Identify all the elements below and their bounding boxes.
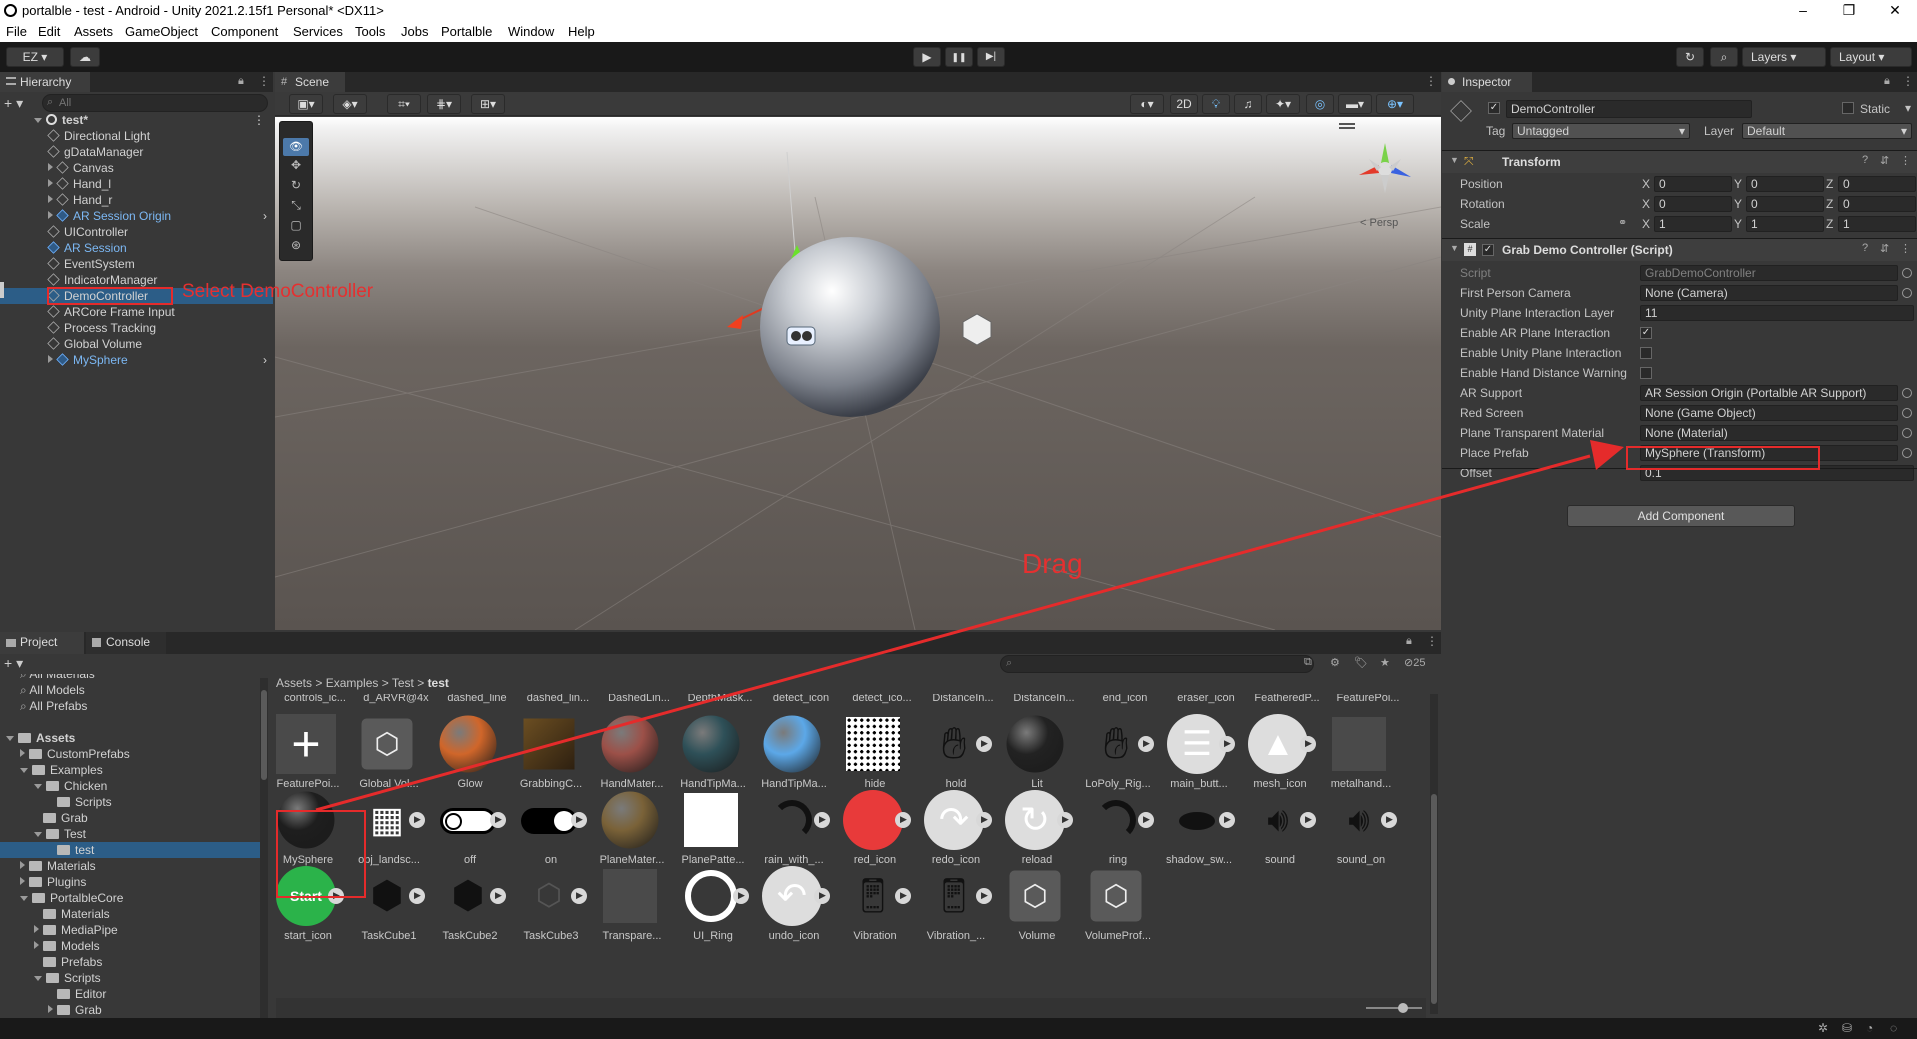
drag-arrow (315, 440, 1624, 812)
